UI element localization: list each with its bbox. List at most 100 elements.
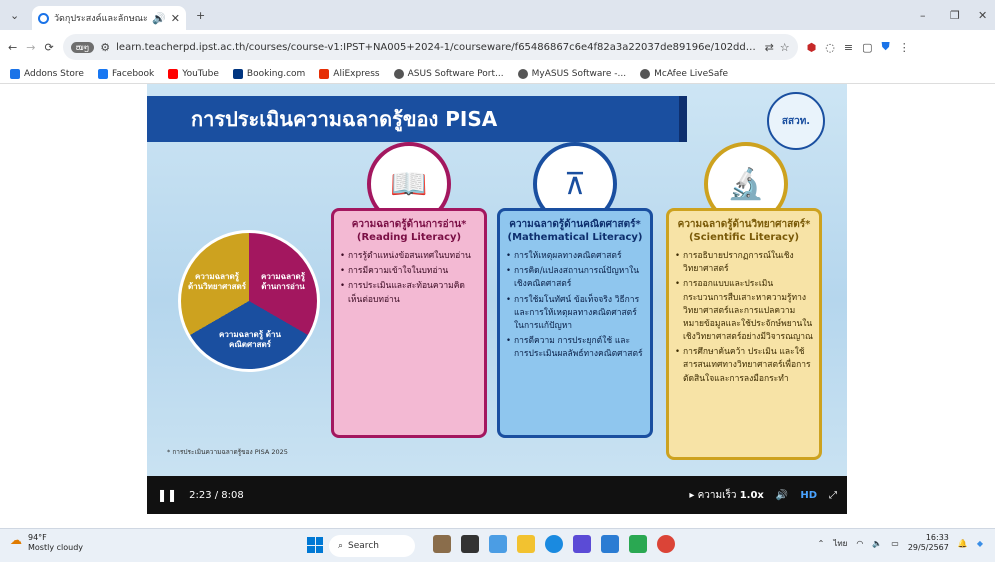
omnibox[interactable]: ໜໆ ⚙ learn.teacherpd.ipst.ac.th/courses/… xyxy=(62,34,798,60)
app-icon[interactable] xyxy=(601,535,619,553)
audio-icon: 🔊 xyxy=(152,11,166,25)
speed-label: ความเร็ว xyxy=(697,489,737,501)
bookmark-favicon-icon xyxy=(97,68,108,79)
tab-bar: ⌄ วัดกุประสงค์และลักษณะการประเ 🔊 ✕ + – ❐… xyxy=(0,0,995,30)
taskbar-apps xyxy=(433,535,675,553)
speed-button[interactable]: ▸ ความเร็ว 1.0x xyxy=(689,488,763,503)
menu-icon[interactable]: ⋮ xyxy=(899,41,910,54)
bookmarks-bar: Addons Store Facebook YouTube Booking.co… xyxy=(0,64,995,84)
math-card-title: ความฉลาดรู้ด้านคณิตศาสตร์* xyxy=(509,219,641,230)
profile-icon[interactable]: ◌ xyxy=(825,41,835,54)
tab-title: วัดกุประสงค์และลักษณะการประเ xyxy=(54,14,148,24)
slide-footnote: * การประเมินความฉลาดรู้ของ PISA 2025 xyxy=(167,448,288,456)
bookmark-item[interactable]: AliExpress xyxy=(319,68,380,79)
list-item: การให้เหตุผลทางคณิตศาสตร์ xyxy=(506,250,644,263)
bookmark-item[interactable]: Addons Store xyxy=(10,68,84,79)
page-content: การประเมินความฉลาดรู้ของ PISA สสวท. 📖 ⊼ … xyxy=(0,84,995,528)
copilot-icon[interactable]: ◆ xyxy=(977,539,983,548)
browser-tab[interactable]: วัดกุประสงค์และลักษณะการประเ 🔊 ✕ xyxy=(32,6,186,30)
minimize-icon[interactable]: – xyxy=(920,9,926,22)
back-icon[interactable]: ← xyxy=(8,41,17,54)
start-icon[interactable] xyxy=(307,537,323,553)
bookmark-item[interactable]: MyASUS Software -... xyxy=(517,68,626,79)
science-card-subtitle: (Scientific Literacy) xyxy=(688,232,800,243)
ipst-logo: สสวท. xyxy=(767,92,825,150)
app-icon[interactable] xyxy=(461,535,479,553)
app-icon[interactable] xyxy=(433,535,451,553)
math-card: ความฉลาดรู้ด้านคณิตศาสตร์* (Mathematical… xyxy=(497,208,653,438)
wifi-icon[interactable]: ◠ xyxy=(856,539,863,548)
clock[interactable]: 16:33 29/5/2567 xyxy=(908,533,949,553)
app-icon[interactable] xyxy=(489,535,507,553)
bookmark-label: YouTube xyxy=(182,68,219,79)
extension-icon[interactable]: ⬢ xyxy=(807,41,817,54)
pause-icon[interactable]: ❚❚ xyxy=(157,488,177,502)
video-frame: การประเมินความฉลาดรู้ของ PISA สสวท. 📖 ⊼ … xyxy=(147,84,847,476)
pie-label-reading: ความฉลาดรู้ ด้านการอ่าน xyxy=(261,272,305,292)
bookmark-item[interactable]: ASUS Software Port... xyxy=(393,68,504,79)
player-controls: ❚❚ 2:23 / 8:08 ▸ ความเร็ว 1.0x 🔊 HD ⤢ xyxy=(147,476,847,514)
pie-label-math: ความฉลาดรู้ ด้านคณิตศาสตร์ xyxy=(219,330,281,350)
app-icon[interactable] xyxy=(657,535,675,553)
hd-button[interactable]: HD xyxy=(800,490,817,501)
shield-icon[interactable]: ⛊ xyxy=(882,40,890,54)
science-card-title: ความฉลาดรู้ด้านวิทยาศาสตร์* xyxy=(677,219,811,230)
sidepanel-icon[interactable]: ▢ xyxy=(862,41,872,54)
volume-icon[interactable]: 🔊 xyxy=(776,490,788,501)
bookmark-label: Addons Store xyxy=(24,68,84,79)
tab-favicon-icon xyxy=(38,12,49,24)
math-card-list: การให้เหตุผลทางคณิตศาสตร์ การคิด/แปลงสถา… xyxy=(506,250,644,361)
new-tab-icon[interactable]: + xyxy=(196,9,205,22)
list-item: การออกแบบและประเมินกระบวนการสืบเสาะหาควา… xyxy=(675,278,813,344)
weather-icon: ☁ xyxy=(10,533,22,547)
battery-icon[interactable]: ▭ xyxy=(891,539,899,548)
speed-value: 1.0x xyxy=(739,489,764,501)
app-icon[interactable] xyxy=(573,535,591,553)
app-icon[interactable] xyxy=(545,535,563,553)
site-badge[interactable]: ໜໆ xyxy=(70,41,95,53)
search-label: Search xyxy=(348,541,379,551)
bookmark-item[interactable]: Facebook xyxy=(97,68,155,79)
bookmark-item[interactable]: YouTube xyxy=(168,68,219,79)
media-icon[interactable]: ≡ xyxy=(844,41,853,54)
time-display: 2:23 / 8:08 xyxy=(189,489,244,501)
close-window-icon[interactable]: ✕ xyxy=(978,9,987,22)
address-bar: ← → ⟳ ໜໆ ⚙ learn.teacherpd.ipst.ac.th/co… xyxy=(0,30,995,64)
system-tray: ⌃ ไทย ◠ 🔈 ▭ 16:33 29/5/2567 🔔 ◆ xyxy=(818,533,983,553)
bookmark-favicon-icon xyxy=(10,68,20,79)
site-info-icon[interactable]: ⚙ xyxy=(100,41,110,54)
bookmark-label: Booking.com xyxy=(246,68,306,79)
weather-temp: 94°F xyxy=(28,533,47,542)
bookmark-item[interactable]: Booking.com xyxy=(232,68,306,79)
tab-search-icon[interactable]: ⌄ xyxy=(10,9,19,22)
close-tab-icon[interactable]: ✕ xyxy=(171,12,180,25)
list-item: การใช้มโนทัศน์ ข้อเท็จจริง วิธีการ และกา… xyxy=(506,294,644,334)
bookmark-label: AliExpress xyxy=(333,68,380,79)
video-player[interactable]: การประเมินความฉลาดรู้ของ PISA สสวท. 📖 ⊼ … xyxy=(147,84,847,514)
language-indicator[interactable]: ไทย xyxy=(833,537,847,550)
bookmark-label: ASUS Software Port... xyxy=(407,68,504,79)
taskbar: ☁ 94°F Mostly cloudy ⌕ Search ⌃ ไทย ◠ 🔈 ▭… xyxy=(0,528,995,562)
translate-icon[interactable]: ⇄ xyxy=(765,41,774,54)
list-item: การรู้ตำแหน่งข้อสนเทศในบทอ่าน xyxy=(340,250,478,263)
restore-icon[interactable]: ❐ xyxy=(950,9,960,22)
bookmark-star-icon[interactable]: ☆ xyxy=(780,41,790,54)
forward-icon[interactable]: → xyxy=(26,41,35,54)
chevron-up-icon[interactable]: ⌃ xyxy=(818,539,825,548)
weather-text: 94°F Mostly cloudy xyxy=(28,533,83,552)
bookmark-label: Facebook xyxy=(111,68,155,79)
slide-title: การประเมินความฉลาดรู้ของ PISA xyxy=(147,96,687,142)
url-text[interactable]: learn.teacherpd.ipst.ac.th/courses/cours… xyxy=(116,42,758,53)
pie-label-science: ความฉลาดรู้ ด้านวิทยาศาสตร์ xyxy=(187,272,247,292)
reload-icon[interactable]: ⟳ xyxy=(44,41,53,54)
reading-card-subtitle: (Reading Literacy) xyxy=(356,232,462,243)
app-icon[interactable] xyxy=(517,535,535,553)
speaker-icon[interactable]: 🔈 xyxy=(872,539,882,548)
bookmark-item[interactable]: McAfee LiveSafe xyxy=(640,68,728,79)
weather-widget[interactable]: ☁ 94°F Mostly cloudy xyxy=(10,533,83,552)
taskbar-search[interactable]: ⌕ Search xyxy=(329,535,415,557)
fullscreen-icon[interactable]: ⤢ xyxy=(829,490,837,501)
app-icon[interactable] xyxy=(629,535,647,553)
notification-bell-icon[interactable]: 🔔 xyxy=(958,539,968,548)
reading-card-title: ความฉลาดรู้ด้านการอ่าน* xyxy=(351,219,467,230)
